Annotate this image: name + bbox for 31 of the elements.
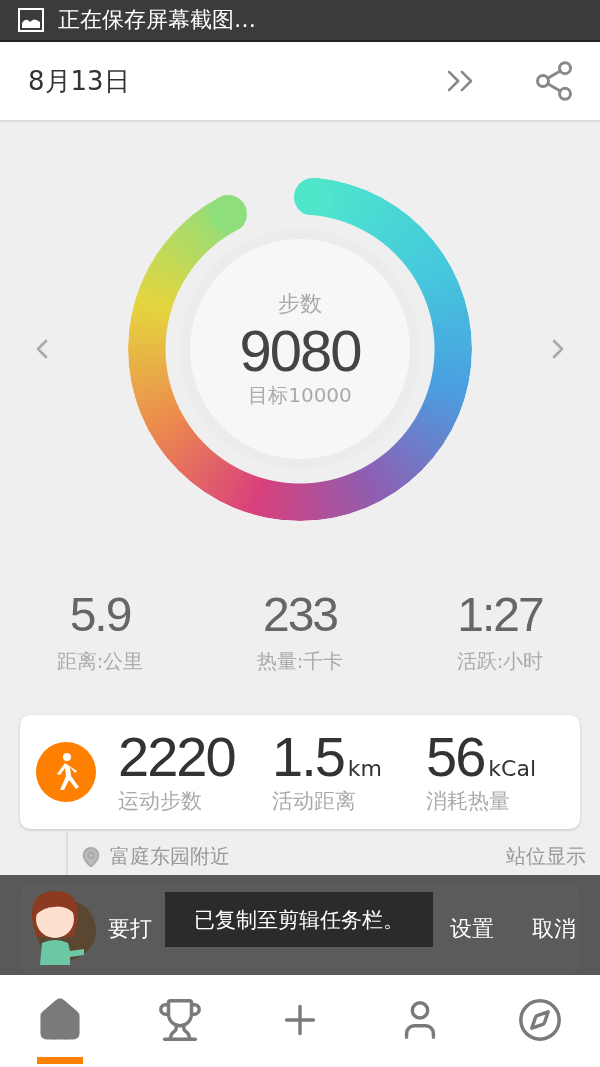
calories-value: 56	[426, 729, 485, 786]
calories-unit: kCal	[488, 756, 536, 782]
location-pin-icon	[80, 845, 102, 868]
compass-icon	[517, 996, 563, 1043]
location-text: 富庭东园附近	[110, 843, 231, 871]
summary-label: 活跃:小时	[456, 647, 544, 675]
summary-value: 1:27	[457, 589, 543, 642]
activity-card[interactable]: 2220 运动步数 1.5 km 活动距离 56 kCal 消耗热量	[20, 715, 580, 830]
distance-unit: km	[347, 756, 383, 782]
prompt-text: 要打	[108, 915, 152, 943]
summary-value: 5.9	[69, 589, 131, 642]
metric-label: 运动步数	[118, 788, 203, 816]
date-title: 8月13日	[28, 64, 131, 98]
metric-label: 消耗热量	[426, 788, 511, 816]
selected-indicator	[37, 1056, 83, 1064]
steps-label: 步数	[278, 289, 322, 318]
prompt-button[interactable]: 设置	[450, 914, 494, 944]
house-icon	[37, 996, 83, 1043]
copied-toast: 已复制至剪辑任务栏。	[165, 892, 433, 947]
goal-text: 目标10000	[248, 382, 352, 410]
prompt-button[interactable]: 取消	[532, 914, 576, 944]
summary-label: 热量:千卡	[256, 647, 344, 675]
distance-value: 1.5	[272, 729, 344, 786]
steps-count: 2220	[118, 729, 236, 786]
trophy-icon	[157, 996, 203, 1043]
summary-value: 233	[262, 589, 338, 642]
summary-label: 距离:公里	[56, 647, 144, 675]
steps-value: 9080	[239, 318, 361, 383]
image-icon	[18, 8, 44, 32]
notification-text: 正在保存屏幕截图…	[58, 6, 256, 34]
metric-label: 活动距离	[272, 788, 357, 816]
